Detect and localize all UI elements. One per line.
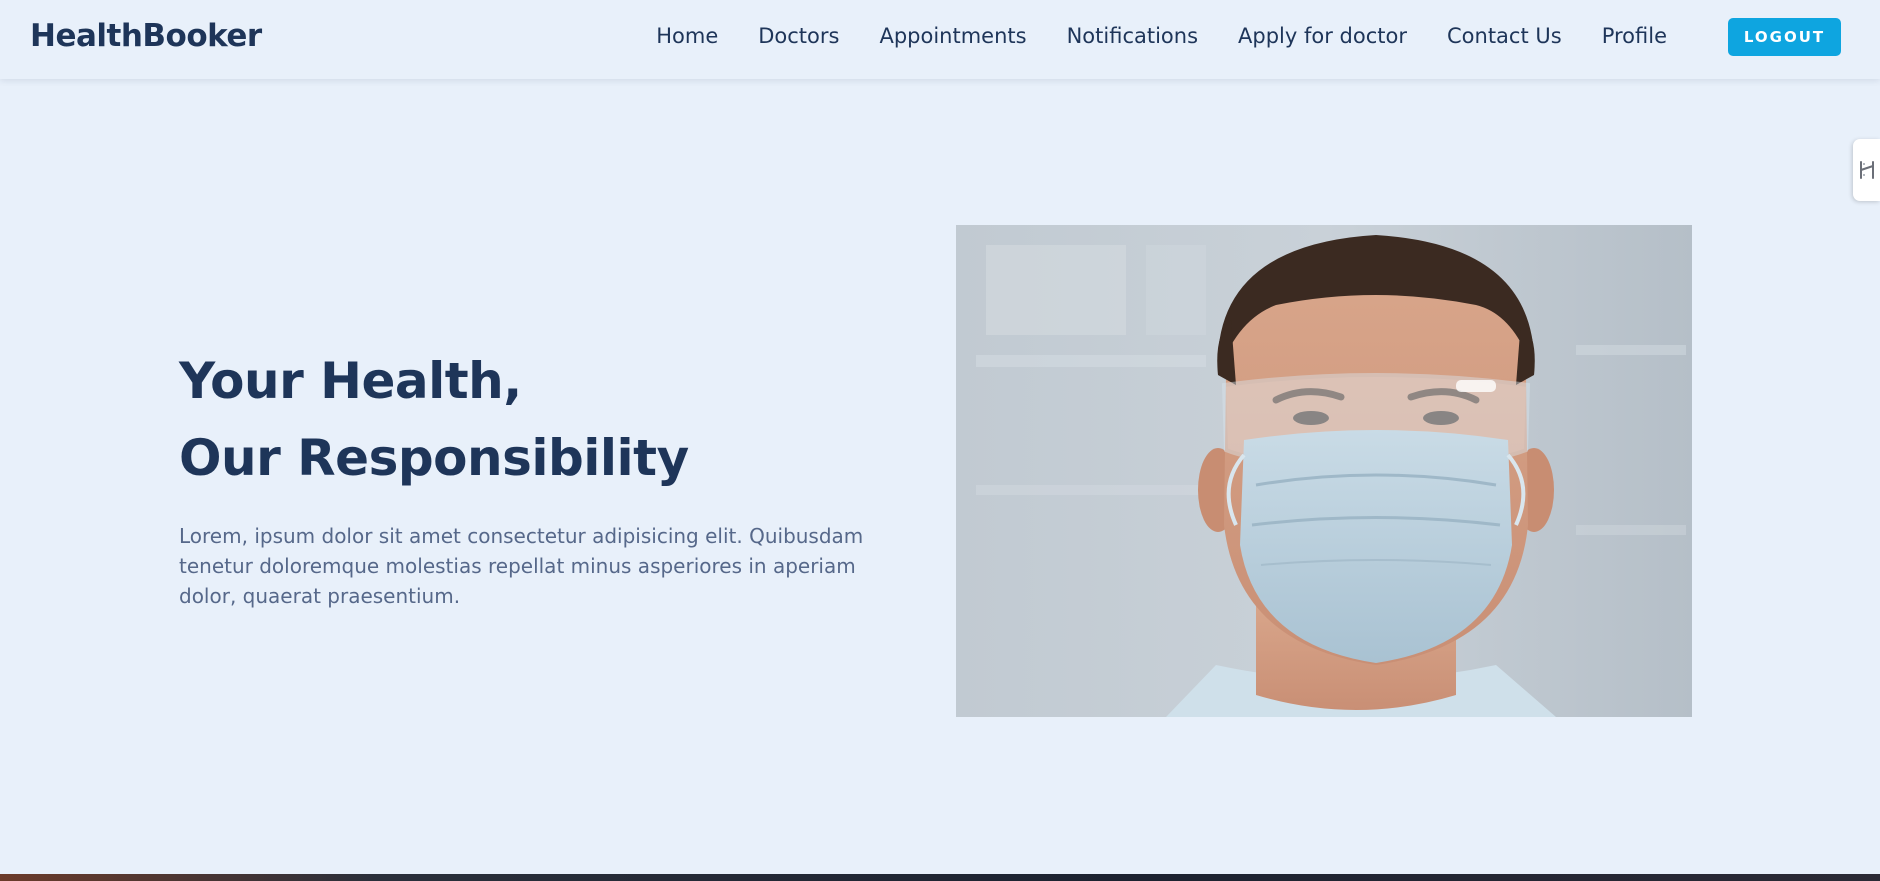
brand-logo[interactable]: HealthBooker	[30, 18, 262, 54]
hero-title: Your Health, Our Responsibility	[179, 343, 879, 497]
navbar: HealthBooker Home Doctors Appointments N…	[0, 0, 1880, 79]
logout-button[interactable]: LOGOUT	[1728, 18, 1841, 56]
nav-link-appointments[interactable]: Appointments	[859, 24, 1046, 48]
nav-link-home[interactable]: Home	[636, 24, 738, 48]
nav-link-doctors[interactable]: Doctors	[738, 24, 859, 48]
bottom-section-edge	[0, 874, 1880, 881]
hero-title-line-1: Your Health,	[179, 352, 522, 410]
nav-link-apply-for-doctor[interactable]: Apply for doctor	[1218, 24, 1427, 48]
nav-link-notifications[interactable]: Notifications	[1047, 24, 1218, 48]
nav-links: Home Doctors Appointments Notifications …	[636, 0, 1687, 72]
nav-link-contact-us[interactable]: Contact Us	[1427, 24, 1582, 48]
hero-title-line-2: Our Responsibility	[179, 429, 689, 487]
side-extension-tab[interactable]	[1853, 139, 1880, 201]
hero-description: Lorem, ipsum dolor sit amet consectetur …	[179, 524, 864, 608]
doctor-face-mask-illustration	[956, 225, 1692, 717]
nav-link-profile[interactable]: Profile	[1582, 24, 1687, 48]
extension-handle-icon	[1859, 161, 1874, 179]
hero-doctor-image	[956, 225, 1692, 717]
